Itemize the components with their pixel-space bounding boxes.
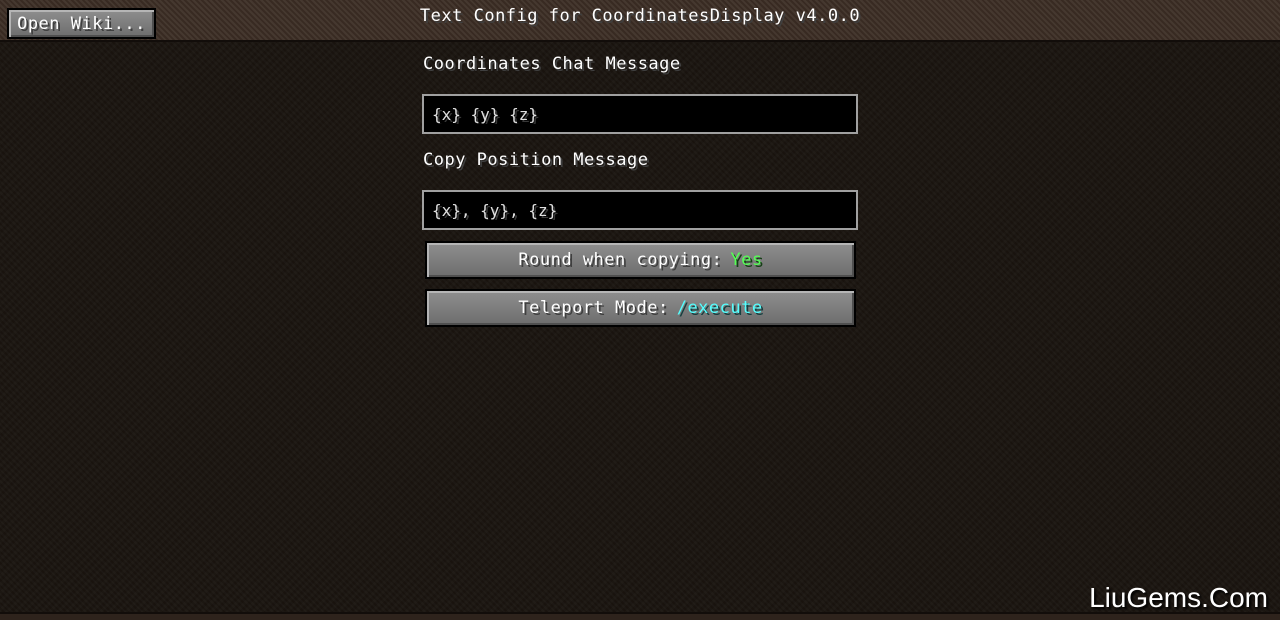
- teleport-mode-button[interactable]: Teleport Mode: /execute: [425, 289, 856, 327]
- teleport-mode-label: Teleport Mode:: [518, 298, 669, 318]
- open-wiki-button[interactable]: Open Wiki...: [7, 8, 156, 39]
- open-wiki-button-label: Open Wiki...: [17, 13, 146, 34]
- round-when-copying-button[interactable]: Round when copying: Yes: [425, 241, 856, 279]
- footer-bar: [0, 612, 1280, 620]
- teleport-mode-value: /execute: [676, 298, 763, 318]
- coordinates-chat-message-input[interactable]: [422, 94, 858, 134]
- coordinates-chat-message-label: Coordinates Chat Message: [423, 54, 681, 74]
- site-watermark: LiuGems.Com: [1089, 582, 1268, 613]
- copy-position-message-label: Copy Position Message: [423, 150, 649, 170]
- page-title: Text Config for CoordinatesDisplay v4.0.…: [419, 6, 861, 26]
- copy-position-message-input[interactable]: [422, 190, 858, 230]
- round-when-copying-label: Round when copying:: [518, 250, 723, 270]
- round-when-copying-value: Yes: [730, 250, 763, 270]
